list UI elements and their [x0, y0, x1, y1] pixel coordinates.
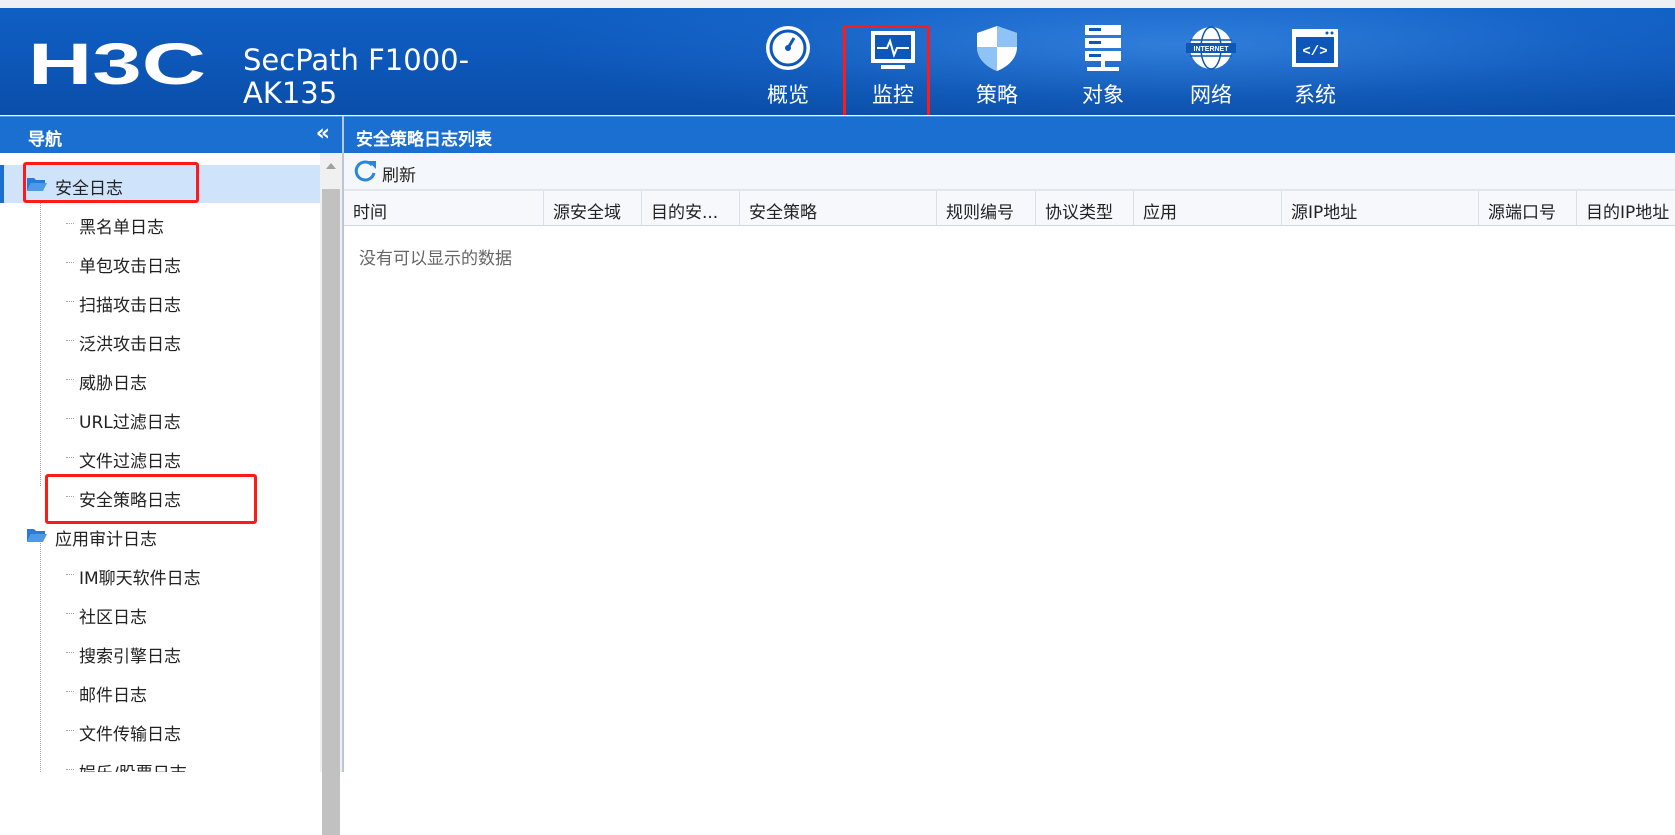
tree-item-label: 安全策略日志 — [79, 491, 181, 511]
tree-item-label: IM聊天软件日志 — [79, 569, 201, 589]
nav-system-label: 系统 — [1294, 83, 1336, 107]
column-header-dst-zone[interactable]: 目的安... — [642, 191, 740, 225]
collapse-sidebar-icon[interactable]: « — [316, 121, 330, 146]
product-name: SecPath F1000- AK135 — [243, 43, 470, 110]
tree-item-community-log[interactable]: 社区日志 — [0, 594, 320, 632]
tree-item-label: 搜索引擎日志 — [79, 647, 181, 667]
monitor-icon — [871, 31, 915, 69]
tree-item-threat-log[interactable]: 威胁日志 — [0, 360, 320, 398]
tree-item-label: 社区日志 — [79, 608, 147, 628]
tree-item-blacklist-log[interactable]: 黑名单日志 — [0, 204, 320, 242]
folder-open-icon — [27, 529, 47, 542]
gauge-icon — [766, 26, 810, 70]
tree-item-entertainment-stock-log[interactable]: 娱乐/股票日志 — [0, 750, 320, 772]
column-header-protocol[interactable]: 协议类型 — [1036, 191, 1134, 225]
app-header: H3C SecPath F1000- AK135 概览 监控 策略 对象 INT… — [0, 8, 1675, 115]
sidebar-title: 导航 — [28, 130, 62, 150]
tree-group-label: 安全日志 — [55, 179, 123, 199]
column-header-src-port[interactable]: 源端口号 — [1479, 191, 1577, 225]
internet-globe-icon: INTERNET — [1186, 26, 1236, 70]
table-header: 时间 源安全域 目的安... 安全策略 规则编号 协议类型 应用 源IP地址 源… — [344, 190, 1675, 226]
sidebar-scrollbar[interactable] — [320, 153, 342, 835]
nav-overview[interactable]: 概览 — [743, 23, 833, 115]
tree-item-search-engine-log[interactable]: 搜索引擎日志 — [0, 633, 320, 671]
tree-item-label: URL过滤日志 — [79, 413, 181, 433]
tree-item-scan-attack-log[interactable]: 扫描攻击日志 — [0, 282, 320, 320]
svg-text:H3C: H3C — [28, 38, 206, 90]
panel-header: 安全策略日志列表 — [344, 116, 1675, 153]
tree-item-label: 娱乐/股票日志 — [79, 759, 187, 772]
panel-title: 安全策略日志列表 — [356, 130, 492, 150]
nav-overview-label: 概览 — [767, 83, 809, 107]
nav-tree: 安全日志 黑名单日志 单包攻击日志 扫描攻击日志 泛洪攻击日志 威胁日志 URL… — [0, 153, 342, 772]
tree-item-label: 威胁日志 — [79, 374, 147, 394]
tree-item-file-filter-log[interactable]: 文件过滤日志 — [0, 438, 320, 476]
tree-group-security-log[interactable]: 安全日志 — [0, 165, 320, 203]
nav-system[interactable]: </> 系统 — [1270, 23, 1360, 115]
tree-item-label: 邮件日志 — [79, 686, 147, 706]
tree-item-im-chat-log[interactable]: IM聊天软件日志 — [0, 555, 320, 593]
tree-item-file-transfer-log[interactable]: 文件传输日志 — [0, 711, 320, 749]
h3c-logo: H3C — [28, 38, 206, 90]
tree-item-label: 文件过滤日志 — [79, 452, 181, 472]
nav-network-label: 网络 — [1190, 83, 1232, 107]
tree-item-mail-log[interactable]: 邮件日志 — [0, 672, 320, 710]
tree-item-label: 单包攻击日志 — [79, 257, 181, 277]
toolbar: 刷新 — [344, 153, 1675, 190]
code-window-icon: </> — [1292, 29, 1338, 67]
refresh-icon — [354, 160, 376, 182]
folder-open-icon — [27, 178, 47, 191]
nav-objects-label: 对象 — [1082, 83, 1124, 107]
tree-group-app-audit-log[interactable]: 应用审计日志 — [0, 516, 320, 554]
tree-item-flood-attack-log[interactable]: 泛洪攻击日志 — [0, 321, 320, 359]
nav-policy[interactable]: 策略 — [952, 23, 1042, 115]
nav-monitor[interactable]: 监控 — [843, 23, 938, 115]
server-stack-icon — [1085, 25, 1121, 71]
column-header-rule-id[interactable]: 规则编号 — [937, 191, 1036, 225]
tree-item-label: 扫描攻击日志 — [79, 296, 181, 316]
tree-item-security-policy-log[interactable]: 安全策略日志 — [0, 477, 320, 515]
tree-item-label: 泛洪攻击日志 — [79, 335, 181, 355]
svg-text:</>: </> — [1302, 44, 1327, 60]
column-header-src-zone[interactable]: 源安全域 — [544, 191, 642, 225]
scroll-up-arrow-icon[interactable] — [326, 163, 336, 169]
column-header-policy[interactable]: 安全策略 — [740, 191, 937, 225]
svg-text:INTERNET: INTERNET — [1194, 46, 1230, 53]
nav-objects[interactable]: 对象 — [1058, 23, 1148, 115]
column-header-application[interactable]: 应用 — [1134, 191, 1282, 225]
nav-monitor-label: 监控 — [872, 83, 914, 107]
tree-group-label: 应用审计日志 — [55, 530, 157, 550]
column-header-src-ip[interactable]: 源IP地址 — [1282, 191, 1479, 225]
sidebar-header: 导航 « — [0, 116, 342, 153]
refresh-label: 刷新 — [382, 166, 416, 186]
tree-item-url-filter-log[interactable]: URL过滤日志 — [0, 399, 320, 437]
column-header-time[interactable]: 时间 — [344, 191, 544, 225]
shield-icon — [977, 26, 1017, 71]
tree-item-label: 黑名单日志 — [79, 218, 164, 238]
tree-item-label: 文件传输日志 — [79, 725, 181, 745]
nav-policy-label: 策略 — [976, 83, 1018, 107]
tree-item-single-packet-attack-log[interactable]: 单包攻击日志 — [0, 243, 320, 281]
empty-table-message: 没有可以显示的数据 — [359, 249, 512, 269]
scrollbar-thumb[interactable] — [322, 189, 340, 835]
column-header-dst-ip[interactable]: 目的IP地址 — [1577, 191, 1675, 225]
nav-network[interactable]: INTERNET 网络 — [1166, 23, 1256, 115]
